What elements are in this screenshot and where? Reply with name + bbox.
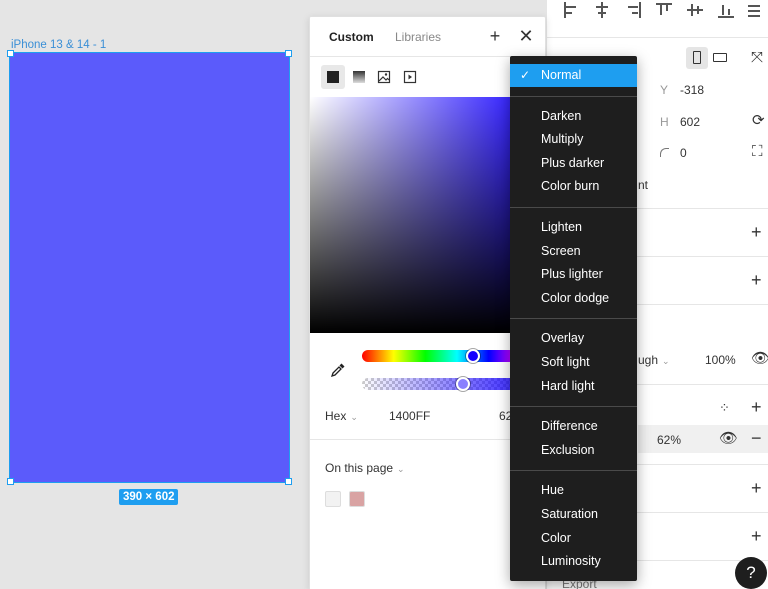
gradient-fill-icon[interactable] bbox=[347, 65, 371, 89]
align-center-icon[interactable] bbox=[594, 2, 610, 18]
blend-mode-exclusion[interactable]: Exclusion bbox=[510, 439, 637, 462]
on-this-page-select[interactable]: On this page ⌄ bbox=[325, 461, 405, 475]
hue-slider-knob[interactable] bbox=[466, 349, 480, 363]
solid-fill-icon[interactable] bbox=[321, 65, 345, 89]
divider bbox=[547, 37, 768, 38]
plus-icon[interactable]: + bbox=[751, 398, 762, 416]
close-icon[interactable]: ✕ bbox=[517, 27, 535, 45]
tab-libraries[interactable]: Libraries bbox=[395, 30, 441, 44]
distribute-icon[interactable] bbox=[748, 2, 764, 18]
resize-icon[interactable]: ⤧ bbox=[751, 50, 763, 66]
chevron-down-icon: ⌄ bbox=[397, 464, 405, 474]
blend-mode-lighten[interactable]: Lighten bbox=[510, 216, 637, 239]
tab-custom[interactable]: Custom bbox=[329, 30, 374, 44]
blend-mode-saturation[interactable]: Saturation bbox=[510, 503, 637, 526]
plus-icon[interactable]: + bbox=[751, 527, 762, 545]
h-value[interactable]: 602 bbox=[680, 115, 700, 129]
align-bottom-icon[interactable] bbox=[718, 2, 734, 18]
blend-mode-hue[interactable]: Hue bbox=[510, 479, 637, 502]
resize-handle-top-right[interactable] bbox=[285, 50, 292, 57]
blend-mode-plus-lighter[interactable]: Plus lighter bbox=[510, 263, 637, 286]
blend-mode-color-dodge[interactable]: Color dodge bbox=[510, 287, 637, 310]
blend-mode-color[interactable]: Color bbox=[510, 527, 637, 550]
align-left-icon[interactable] bbox=[563, 2, 579, 18]
blend-mode-color-burn[interactable]: Color burn bbox=[510, 175, 637, 198]
phone-frame[interactable] bbox=[9, 52, 290, 483]
resize-handle-bottom-right[interactable] bbox=[285, 478, 292, 485]
chevron-down-icon: ⌄ bbox=[350, 412, 358, 422]
blend-mode-menu: Normal ✓ Darken Multiply Plus darker Color bu… bbox=[510, 56, 637, 581]
blend-mode-difference[interactable]: Difference bbox=[510, 415, 637, 438]
menu-separator bbox=[510, 406, 637, 408]
plus-icon[interactable]: + bbox=[751, 271, 762, 289]
constrain-icon[interactable]: ⟳ bbox=[752, 113, 765, 129]
align-top-icon[interactable] bbox=[656, 2, 672, 18]
menu-separator bbox=[510, 318, 637, 320]
checkmark-icon: ✓ bbox=[520, 68, 531, 82]
landscape-icon[interactable] bbox=[713, 53, 727, 62]
minus-icon[interactable]: − bbox=[751, 429, 762, 447]
help-button[interactable]: ? bbox=[735, 557, 767, 589]
resize-handle-bottom-left[interactable] bbox=[7, 478, 14, 485]
alpha-slider-knob[interactable] bbox=[456, 377, 470, 391]
blend-mode-soft-light[interactable]: Soft light bbox=[510, 351, 637, 374]
blend-mode-overlay[interactable]: Overlay bbox=[510, 327, 637, 350]
hex-input[interactable]: 1400FF bbox=[389, 409, 430, 423]
fill-opacity[interactable]: 62% bbox=[657, 433, 681, 447]
align-middle-icon[interactable] bbox=[687, 2, 703, 18]
eye-icon[interactable]: 👁 bbox=[719, 431, 738, 447]
plus-icon[interactable]: + bbox=[751, 223, 762, 241]
align-right-icon[interactable] bbox=[625, 2, 641, 18]
layer-opacity[interactable]: 100% bbox=[705, 353, 736, 367]
menu-separator bbox=[510, 470, 637, 472]
add-style-icon[interactable]: + bbox=[486, 27, 504, 45]
eyedropper-icon[interactable] bbox=[330, 362, 346, 378]
color-swatch[interactable] bbox=[349, 491, 365, 507]
layer-blend-mode[interactable]: ugh ⌄ bbox=[638, 353, 670, 367]
grid-dots-icon[interactable]: ⁘ bbox=[719, 400, 730, 416]
independent-corners-icon[interactable]: ⛶ bbox=[752, 144, 763, 160]
image-fill-icon[interactable] bbox=[372, 65, 396, 89]
clip-content-label[interactable]: nt bbox=[638, 178, 648, 192]
video-fill-icon[interactable] bbox=[398, 65, 422, 89]
frame-label[interactable]: iPhone 13 & 14 - 1 bbox=[11, 39, 106, 51]
corner-radius-icon bbox=[660, 148, 669, 157]
blend-mode-normal[interactable]: Normal ✓ bbox=[510, 64, 637, 87]
h-label: H bbox=[660, 115, 669, 129]
y-label: Y bbox=[660, 83, 669, 97]
blend-mode-hard-light[interactable]: Hard light bbox=[510, 375, 637, 398]
portrait-icon[interactable] bbox=[686, 47, 708, 69]
size-badge: 390 × 602 bbox=[119, 489, 179, 505]
blend-mode-multiply[interactable]: Multiply bbox=[510, 128, 637, 151]
picker-header: Custom Libraries + ✕ bbox=[310, 17, 545, 57]
blend-mode-screen[interactable]: Screen bbox=[510, 240, 637, 263]
plus-icon[interactable]: + bbox=[751, 479, 762, 497]
eye-icon[interactable]: 👁 bbox=[751, 351, 768, 367]
y-value[interactable]: -318 bbox=[680, 83, 704, 97]
blend-mode-darken[interactable]: Darken bbox=[510, 105, 637, 128]
blend-mode-luminosity[interactable]: Luminosity bbox=[510, 550, 637, 573]
menu-separator bbox=[510, 207, 637, 208]
color-swatch[interactable] bbox=[325, 491, 341, 507]
radius-value[interactable]: 0 bbox=[680, 146, 687, 160]
resize-handle-top-left[interactable] bbox=[7, 50, 14, 57]
blend-mode-plus-darker[interactable]: Plus darker bbox=[510, 152, 637, 175]
color-mode-select[interactable]: Hex ⌄ bbox=[325, 409, 358, 423]
menu-separator bbox=[510, 95, 637, 97]
